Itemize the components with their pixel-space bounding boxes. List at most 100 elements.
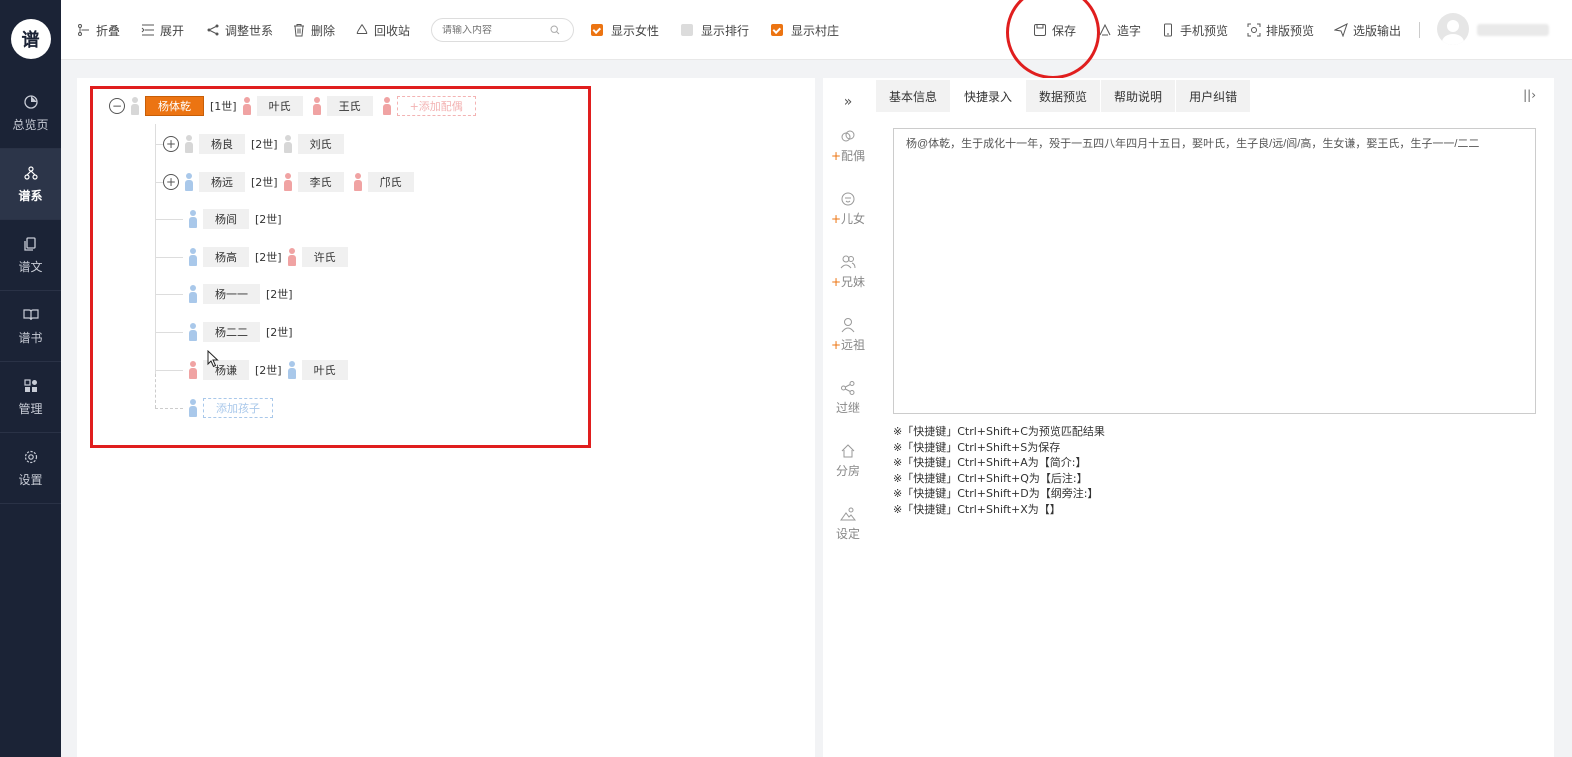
add-child-tool[interactable]: +儿女 xyxy=(823,191,873,227)
person-icon xyxy=(131,97,139,115)
hint-line: ※「快捷键」Ctrl+Shift+A为【简介:】 xyxy=(893,456,1087,470)
avatar[interactable] xyxy=(1437,13,1469,45)
save-button[interactable]: 保存 xyxy=(1033,20,1076,40)
tree-icon xyxy=(23,165,39,181)
collapse-icon xyxy=(78,24,89,36)
tree-connector xyxy=(155,294,183,295)
settings-tool[interactable]: 设定 xyxy=(823,506,873,542)
tree-connector xyxy=(155,374,156,408)
create-char-button[interactable]: 造字 xyxy=(1098,20,1141,40)
grid-icon xyxy=(23,378,39,394)
home-icon xyxy=(841,444,855,458)
adopt-tool[interactable]: 过继 xyxy=(823,380,873,416)
sidebar-item-label: 谱系 xyxy=(18,188,43,203)
tab-user-correction[interactable]: 用户纠错 xyxy=(1176,80,1251,112)
tab-basic-info[interactable]: 基本信息 xyxy=(876,80,951,112)
right-panel: 基本信息 快捷录入 数据预览 帮助说明 用户纠错 ||› 杨@体乾，生于成化十一… xyxy=(873,78,1554,757)
show-village-checkbox[interactable]: 显示村庄 xyxy=(771,20,839,40)
tree-connector xyxy=(155,257,183,258)
person-name[interactable]: 杨高 xyxy=(203,247,249,267)
person-icon xyxy=(312,97,321,115)
spouse-name[interactable]: 邝氏 xyxy=(367,172,414,192)
delete-button[interactable]: 删除 xyxy=(292,20,335,40)
tab-bar: 基本信息 快捷录入 数据预览 帮助说明 用户纠错 xyxy=(876,80,1251,112)
collapse-toggle[interactable]: − xyxy=(109,98,125,114)
sidebar-item-label: 谱文 xyxy=(18,259,43,274)
tree-panel: − 杨体乾 [1世] 叶氏 王氏 +添加配偶 + 杨良 [2世] 刘氏 + 杨远… xyxy=(77,78,815,757)
gear-icon xyxy=(23,449,39,465)
collapse-button[interactable]: 折叠 xyxy=(77,20,120,40)
search-input[interactable] xyxy=(442,24,550,36)
list-icon xyxy=(141,24,154,36)
sidebar-item-label: 谱书 xyxy=(18,330,43,345)
expand-toggle[interactable]: + xyxy=(163,174,179,190)
spouse-name[interactable]: 刘氏 xyxy=(297,134,344,154)
spouse-name[interactable]: 王氏 xyxy=(326,96,373,116)
mobile-preview-button[interactable]: 手机预览 xyxy=(1161,20,1228,40)
show-rank-checkbox[interactable]: 显示排行 xyxy=(681,20,749,40)
sidebar: 谱 总览页 谱系 谱文 谱书 管理 设置 xyxy=(0,0,61,757)
show-female-checkbox[interactable]: 显示女性 xyxy=(591,20,659,40)
checkbox-unchecked[interactable] xyxy=(681,24,693,36)
person-name[interactable]: 杨远 xyxy=(199,172,245,192)
checkbox-checked[interactable] xyxy=(771,24,783,36)
tree-node-root: − 杨体乾 [1世] 叶氏 王氏 +添加配偶 xyxy=(109,96,476,116)
ancestor-icon xyxy=(841,318,855,333)
generation-label: [2世] xyxy=(255,251,282,264)
person-name[interactable]: 杨良 xyxy=(199,134,245,154)
spouse-name[interactable]: 叶氏 xyxy=(256,96,303,116)
spouse-name[interactable]: 许氏 xyxy=(301,247,348,267)
save-icon xyxy=(1034,24,1046,36)
branch-tool[interactable]: 分房 xyxy=(823,443,873,479)
child-icon xyxy=(841,192,855,206)
expand-panel-icon[interactable]: » xyxy=(823,94,873,110)
person-icon xyxy=(189,361,197,379)
generation-label: [2世] xyxy=(251,138,278,151)
sidebar-item-manage[interactable]: 管理 xyxy=(0,362,61,433)
username-blurred[interactable] xyxy=(1477,24,1549,36)
adjust-lineage-button[interactable]: 调整世系 xyxy=(206,20,273,40)
expand-button[interactable]: 展开 xyxy=(141,20,184,40)
person-icon xyxy=(283,173,292,191)
generation-label: [1世] xyxy=(210,100,237,113)
tab-help[interactable]: 帮助说明 xyxy=(1101,80,1176,112)
sidebar-item-label: 总览页 xyxy=(12,117,49,132)
add-spouse-tool[interactable]: +配偶 xyxy=(823,128,873,164)
expand-toggle[interactable]: + xyxy=(163,136,179,152)
checkbox-checked[interactable] xyxy=(591,24,603,36)
person-name[interactable]: 杨闾 xyxy=(203,209,249,229)
person-name[interactable]: 杨一一 xyxy=(203,284,260,304)
sidebar-item-overview[interactable]: 总览页 xyxy=(0,78,61,149)
sidebar-item-label: 设置 xyxy=(18,472,43,487)
sidebar-item-text[interactable]: 谱文 xyxy=(0,220,61,291)
person-name[interactable]: 杨二二 xyxy=(203,322,260,342)
logo[interactable]: 谱 xyxy=(0,0,61,78)
add-sibling-tool[interactable]: +兄妹 xyxy=(823,254,873,290)
layout-preview-button[interactable]: 排版预览 xyxy=(1247,20,1314,40)
spouse-name[interactable]: 叶氏 xyxy=(301,360,348,380)
add-ancestor-tool[interactable]: +远祖 xyxy=(823,317,873,353)
copy-icon xyxy=(23,236,39,252)
tree-connector xyxy=(155,408,183,409)
sidebar-item-settings[interactable]: 设置 xyxy=(0,433,61,504)
spouse-name[interactable]: 李氏 xyxy=(297,172,344,192)
hint-line: ※「快捷键」Ctrl+Shift+S为保存 xyxy=(893,440,1061,454)
trash-icon xyxy=(294,24,304,37)
sidebar-item-lineage[interactable]: 谱系 xyxy=(0,149,61,220)
select-output-button[interactable]: 选版输出 xyxy=(1334,20,1401,40)
hint-line: ※「快捷键」Ctrl+Shift+C为预览匹配结果 xyxy=(893,425,1105,438)
quick-entry-textarea[interactable]: 杨@体乾，生于成化十一年，殁于一五四八年四月十五日，娶叶氏，生子良/远/闾/高，… xyxy=(893,128,1536,414)
search-icon[interactable] xyxy=(550,25,560,35)
person-icon xyxy=(353,173,362,191)
recycle-button[interactable]: 回收站 xyxy=(355,20,410,40)
tab-quick-entry[interactable]: 快捷录入 xyxy=(951,80,1026,112)
spouse-icon xyxy=(841,130,855,142)
add-spouse-button[interactable]: +添加配偶 xyxy=(396,96,476,116)
book-icon xyxy=(22,307,39,323)
tab-data-preview[interactable]: 数据预览 xyxy=(1026,80,1101,112)
sidebar-item-book[interactable]: 谱书 xyxy=(0,291,61,362)
collapse-panel-icon[interactable]: ||› xyxy=(1523,88,1536,102)
phone-icon xyxy=(1164,23,1172,37)
add-child-button[interactable]: 添加孩子 xyxy=(203,398,273,418)
person-name[interactable]: 杨体乾 xyxy=(145,96,204,116)
